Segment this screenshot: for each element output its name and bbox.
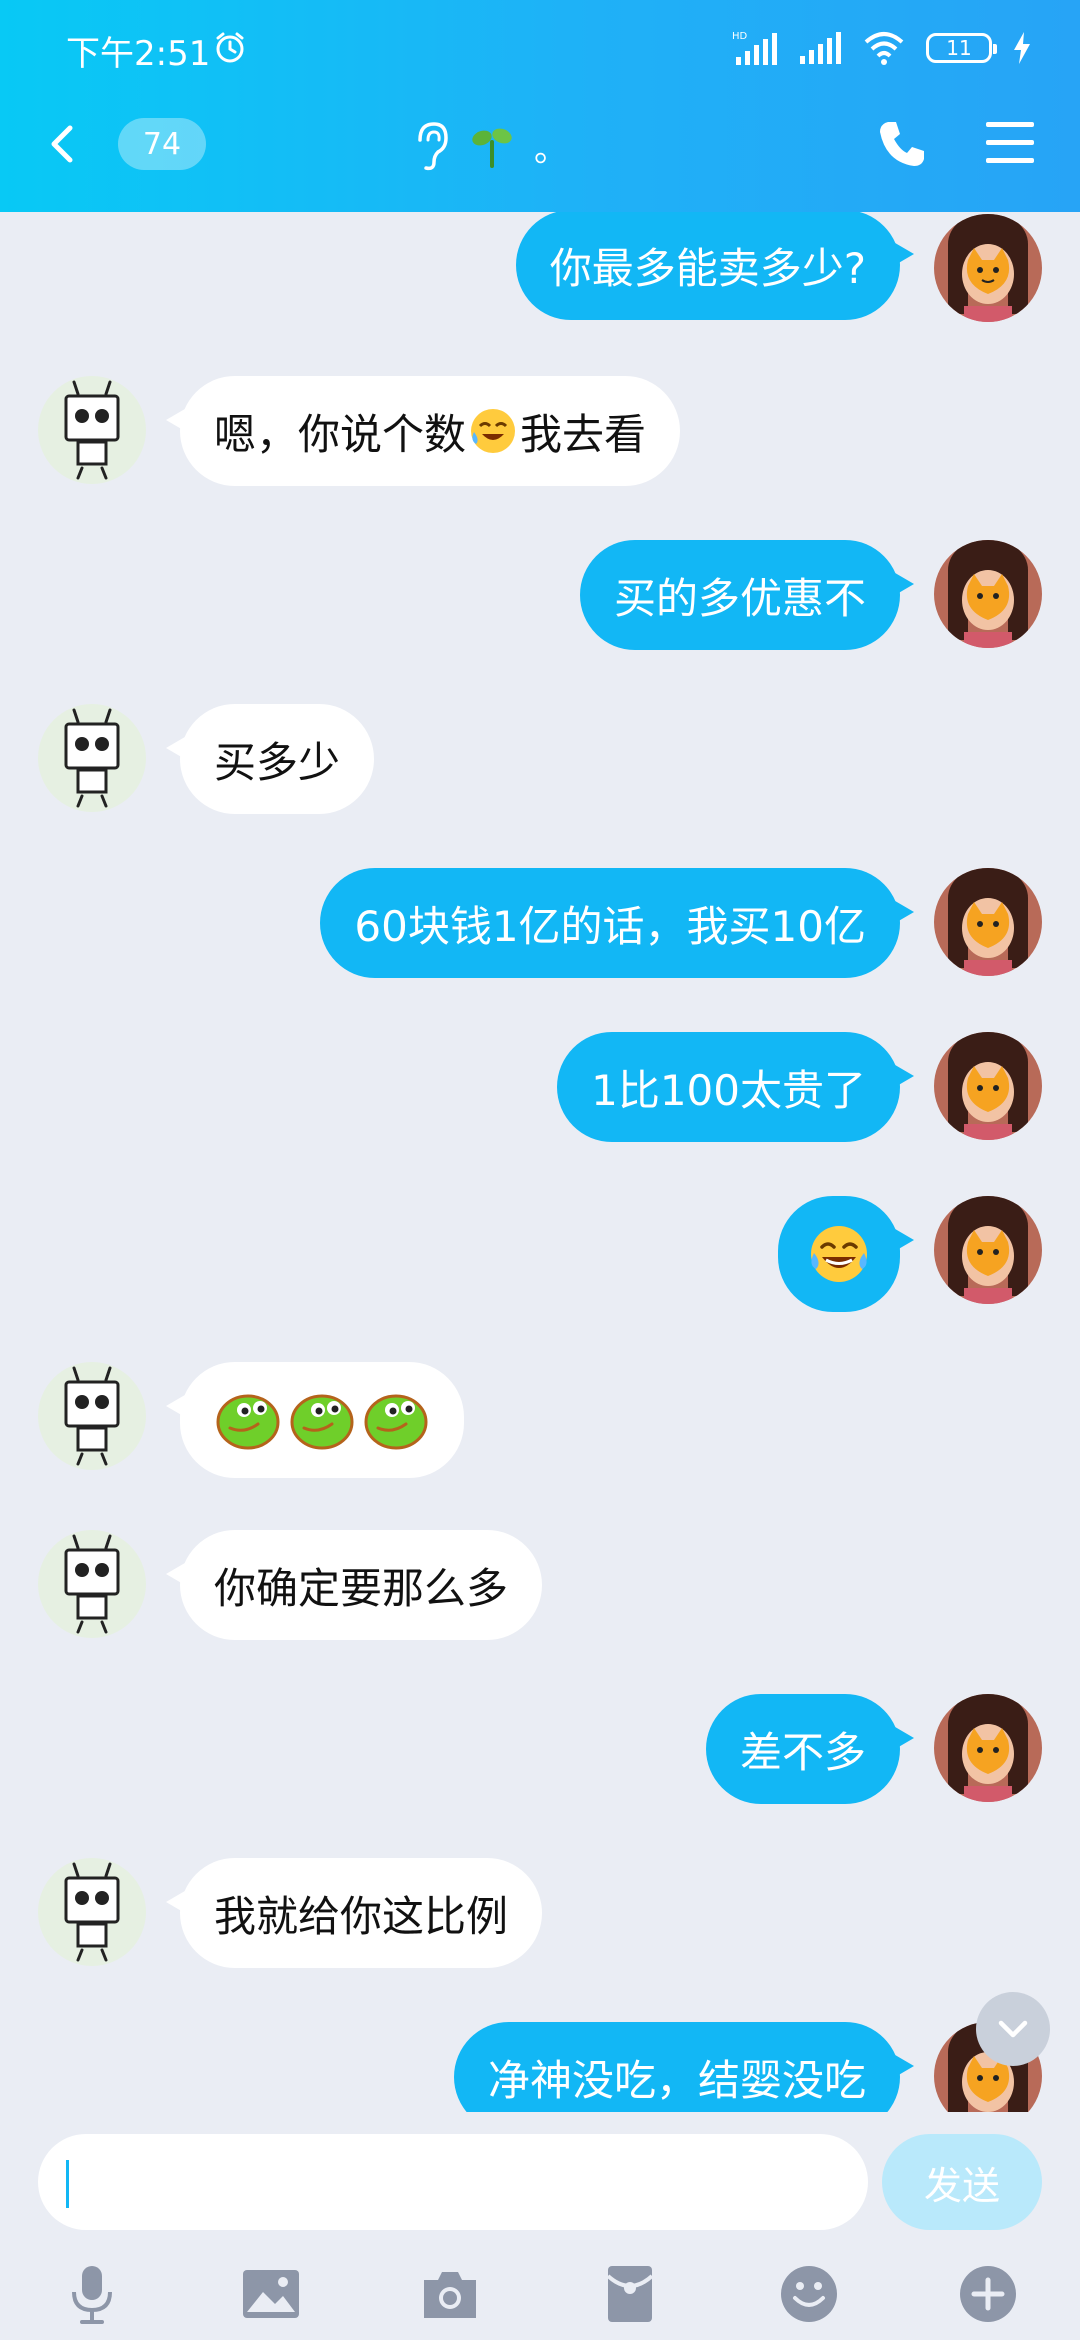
cry-laugh-emoji-icon xyxy=(471,409,516,453)
message-bubble[interactable]: 净神没吃，结婴没吃 xyxy=(453,2022,915,2112)
back-icon[interactable] xyxy=(40,120,88,168)
message-bubble[interactable]: 我就给你这比例 xyxy=(165,1858,543,1968)
text-cursor xyxy=(66,2160,69,2208)
green-bean-emoji-icon xyxy=(216,1394,280,1450)
my-avatar[interactable] xyxy=(934,540,1042,648)
message-text: 买的多优惠不 xyxy=(613,573,866,623)
nav-bar: 74 。 xyxy=(0,96,1080,212)
message-list[interactable]: 你最多能卖多少? 嗯，你说个数 我去看 买的多优惠不 买多少 60块钱1亿的话，… xyxy=(0,212,1080,2112)
contact-avatar[interactable] xyxy=(38,1362,146,1470)
my-avatar[interactable] xyxy=(934,1196,1042,1304)
laugh-cry-emoji-icon xyxy=(811,1226,867,1282)
message-text: 我去看 xyxy=(520,409,647,459)
message-text: 60块钱1亿的话，我买10亿 xyxy=(354,901,866,951)
green-bean-emoji-icon xyxy=(290,1394,354,1450)
green-bean-emoji-icon xyxy=(364,1394,428,1450)
scroll-to-bottom-button[interactable] xyxy=(976,1992,1050,2066)
status-icons: HD 11 xyxy=(732,28,1032,68)
chat-title-text: 。 xyxy=(534,129,568,170)
message-text: 净神没吃，结婴没吃 xyxy=(487,2055,866,2105)
my-avatar[interactable] xyxy=(934,1694,1042,1802)
input-bar: 发送 xyxy=(0,2112,1080,2340)
message-bubble[interactable] xyxy=(166,1362,464,1478)
ear-icon xyxy=(418,122,448,171)
mic-icon[interactable] xyxy=(60,2262,124,2326)
charging-icon xyxy=(1014,32,1030,64)
message-bubble[interactable]: 差不多 xyxy=(705,1694,915,1804)
my-avatar[interactable] xyxy=(934,868,1042,976)
app-header: 下午2:51 HD 11 74 。 xyxy=(0,0,1080,212)
message-bubble[interactable]: 你确定要那么多 xyxy=(165,1530,543,1640)
red-packet-icon[interactable] xyxy=(598,2262,662,2326)
status-time: 下午2:51 xyxy=(66,34,211,74)
battery-level: 11 xyxy=(946,36,972,60)
image-icon[interactable] xyxy=(239,2262,303,2326)
message-input[interactable] xyxy=(38,2134,868,2230)
contact-avatar[interactable] xyxy=(38,1530,146,1638)
hd-signal-icon: HD xyxy=(732,31,777,65)
my-avatar[interactable] xyxy=(934,214,1042,322)
message-text: 买多少 xyxy=(214,737,341,787)
contact-avatar[interactable] xyxy=(38,704,146,812)
send-label: 发送 xyxy=(923,2163,1000,2208)
message-bubble[interactable]: 1比100太贵了 xyxy=(557,1032,914,1142)
phone-icon[interactable] xyxy=(874,116,930,172)
message-bubble[interactable]: 买的多优惠不 xyxy=(579,540,915,650)
message-text: 1比100太贵了 xyxy=(591,1065,866,1115)
signal-icon xyxy=(800,32,841,64)
emoji-icon[interactable] xyxy=(777,2262,841,2326)
sprout-icon xyxy=(472,128,512,168)
message-bubble[interactable] xyxy=(778,1196,914,1312)
alarm-icon xyxy=(216,32,244,63)
unread-badge[interactable]: 74 xyxy=(118,118,206,170)
message-bubble[interactable]: 你最多能卖多少? xyxy=(515,212,915,320)
message-text: 嗯，你说个数 xyxy=(214,409,467,459)
unread-count: 74 xyxy=(142,126,182,162)
message-text: 你确定要那么多 xyxy=(214,1563,509,1613)
message-text: 我就给你这比例 xyxy=(214,1891,509,1941)
message-bubble[interactable]: 嗯，你说个数 我去看 xyxy=(165,376,681,486)
battery-icon: 11 xyxy=(926,33,997,63)
camera-icon[interactable] xyxy=(418,2262,482,2326)
send-button[interactable]: 发送 xyxy=(882,2134,1042,2230)
svg-text:HD: HD xyxy=(732,31,748,42)
contact-avatar[interactable] xyxy=(38,376,146,484)
my-avatar[interactable] xyxy=(934,1032,1042,1140)
message-text: 你最多能卖多少? xyxy=(549,243,866,293)
input-toolbar xyxy=(0,2248,1080,2340)
chevron-down-icon xyxy=(998,2020,1028,2038)
message-bubble[interactable]: 买多少 xyxy=(165,704,375,814)
wifi-icon xyxy=(864,32,904,65)
menu-icon[interactable] xyxy=(984,118,1036,168)
contact-avatar[interactable] xyxy=(38,1858,146,1966)
chat-title[interactable]: 。 xyxy=(410,118,568,174)
status-bar: 下午2:51 HD 11 xyxy=(0,0,1080,96)
plus-icon[interactable] xyxy=(956,2262,1020,2326)
message-bubble[interactable]: 60块钱1亿的话，我买10亿 xyxy=(320,868,914,978)
message-text: 差不多 xyxy=(739,1727,866,1777)
